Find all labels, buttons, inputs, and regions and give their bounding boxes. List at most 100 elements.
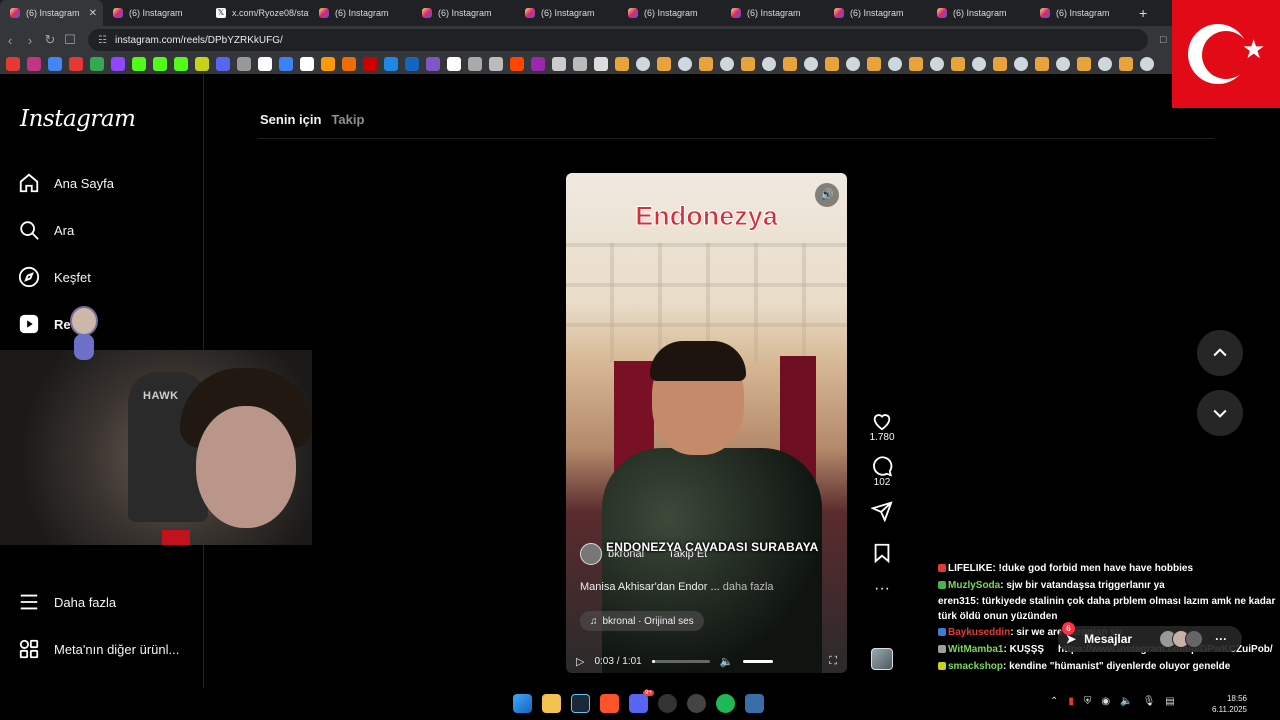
bookmark-favicon-icon[interactable] — [972, 57, 986, 71]
site-settings-icon[interactable]: ☷ — [98, 35, 107, 46]
browser-tab[interactable]: (6) Instagram — [1030, 0, 1133, 26]
bookmark-favicon-icon[interactable] — [48, 57, 62, 71]
bookmark-favicon-icon[interactable] — [279, 57, 293, 71]
new-tab-button[interactable]: + — [1139, 5, 1147, 21]
bookmark-favicon-icon[interactable] — [867, 57, 881, 71]
bookmark-favicon-icon[interactable] — [363, 57, 377, 71]
nav-meta[interactable]: Meta'nın diğer ürünl... — [18, 638, 179, 660]
back-icon[interactable]: ‹ — [0, 33, 20, 48]
bookmark-favicon-icon[interactable] — [300, 57, 314, 71]
bookmark-favicon-icon[interactable] — [342, 57, 356, 71]
nav-explore[interactable]: Keşfet — [18, 266, 91, 288]
more-dots-icon[interactable]: ··· — [1215, 632, 1227, 646]
tray-shield-icon[interactable]: ⛨ — [1084, 696, 1092, 707]
next-reel-button[interactable] — [1197, 390, 1243, 436]
browser-tab[interactable]: 𝕏x.com/Ryoze08/stat — [206, 0, 309, 26]
previous-reel-button[interactable] — [1197, 330, 1243, 376]
browser-tab[interactable]: (6) Instagram ✕ — [0, 0, 103, 26]
bookmark-favicon-icon[interactable] — [426, 57, 440, 71]
bookmark-favicon-icon[interactable] — [1140, 57, 1154, 71]
audio-pill[interactable]: ♫ bkronal · Orijinal ses — [580, 611, 704, 631]
bookmark-favicon-icon[interactable] — [321, 57, 335, 71]
tab-following[interactable]: Takip — [331, 112, 364, 127]
steam-icon[interactable] — [571, 694, 590, 713]
bookmark-favicon-icon[interactable] — [468, 57, 482, 71]
bookmark-favicon-icon[interactable] — [6, 57, 20, 71]
bookmark-favicon-icon[interactable] — [888, 57, 902, 71]
bookmark-favicon-icon[interactable] — [174, 57, 188, 71]
nav-home[interactable]: Ana Sayfa — [18, 172, 114, 194]
bookmark-favicon-icon[interactable] — [531, 57, 545, 71]
bookmark-favicon-icon[interactable] — [195, 57, 209, 71]
messages-button[interactable]: ➤ 6 Mesajlar ··· — [1058, 622, 1242, 652]
browser-tab[interactable]: (6) Instagram — [824, 0, 927, 26]
bookmark-icon[interactable]: ☐ — [60, 32, 80, 48]
bookmark-favicon-icon[interactable] — [1035, 57, 1049, 71]
bookmark-favicon-icon[interactable] — [804, 57, 818, 71]
bookmark-favicon-icon[interactable] — [111, 57, 125, 71]
bookmark-favicon-icon[interactable] — [90, 57, 104, 71]
bookmark-favicon-icon[interactable] — [594, 57, 608, 71]
browser-tab[interactable]: (6) Instagram — [721, 0, 824, 26]
github-icon[interactable] — [687, 694, 706, 713]
spotify-icon[interactable] — [716, 694, 735, 713]
reel-video[interactable]: Endonezya 🔊 bkronal Takip Et ENDONEZYA C… — [566, 173, 847, 673]
bookmark-favicon-icon[interactable] — [657, 57, 671, 71]
author-avatar[interactable] — [580, 543, 602, 565]
instagram-logo[interactable]: Instagram — [20, 106, 136, 132]
bookmark-favicon-icon[interactable] — [720, 57, 734, 71]
browser-tab[interactable]: (6) Instagram — [412, 0, 515, 26]
bookmark-favicon-icon[interactable] — [552, 57, 566, 71]
heart-icon[interactable] — [871, 410, 893, 432]
network-icon[interactable]: ▤ — [1165, 696, 1174, 707]
bookmark-favicon-icon[interactable] — [909, 57, 923, 71]
bookmark-favicon-icon[interactable] — [1056, 57, 1070, 71]
bookmark-favicon-icon[interactable] — [27, 57, 41, 71]
tab-for-you[interactable]: Senin için — [260, 112, 321, 127]
reload-icon[interactable]: ↻ — [40, 32, 60, 48]
bookmark-favicon-icon[interactable] — [153, 57, 167, 71]
nav-search[interactable]: Ara — [18, 219, 74, 241]
bookmark-favicon-icon[interactable] — [384, 57, 398, 71]
play-icon[interactable]: ▷ — [576, 655, 584, 668]
tray-app-icon[interactable]: ▮ — [1068, 696, 1074, 707]
bookmark-favicon-icon[interactable] — [993, 57, 1007, 71]
bookmark-save-icon[interactable] — [871, 542, 893, 564]
bookmark-favicon-icon[interactable] — [216, 57, 230, 71]
brave-icon[interactable] — [600, 694, 619, 713]
bookmark-favicon-icon[interactable] — [825, 57, 839, 71]
file-explorer-icon[interactable] — [542, 694, 561, 713]
bookmark-favicon-icon[interactable] — [573, 57, 587, 71]
bookmark-favicon-icon[interactable] — [678, 57, 692, 71]
bookmark-favicon-icon[interactable] — [741, 57, 755, 71]
volume-slider[interactable] — [743, 659, 774, 663]
nav-more[interactable]: Daha fazla — [18, 591, 116, 613]
more-link[interactable]: daha fazla — [723, 581, 774, 593]
taskbar-clock[interactable]: 18:56 6.11.2025 — [1212, 693, 1247, 715]
audio-thumbnail[interactable] — [871, 648, 893, 670]
discord-icon[interactable]: 9+ — [629, 690, 654, 713]
close-tab-icon[interactable]: ✕ — [89, 8, 97, 19]
bookmark-favicon-icon[interactable] — [699, 57, 713, 71]
browser-tab[interactable]: (6) Instagram — [618, 0, 721, 26]
bookmark-favicon-icon[interactable] — [510, 57, 524, 71]
bookmark-favicon-icon[interactable] — [237, 57, 251, 71]
bookmark-favicon-icon[interactable] — [930, 57, 944, 71]
volume-control-icon[interactable]: 🔈 — [720, 655, 734, 668]
bookmark-favicon-icon[interactable] — [489, 57, 503, 71]
forward-icon[interactable]: › — [20, 33, 40, 48]
speaker-icon[interactable]: 🔈 — [1120, 696, 1132, 707]
bookmark-favicon-icon[interactable] — [636, 57, 650, 71]
bookmark-favicon-icon[interactable] — [1119, 57, 1133, 71]
bookmark-favicon-icon[interactable] — [405, 57, 419, 71]
bookmark-favicon-icon[interactable] — [258, 57, 272, 71]
cast-icon[interactable]: □ — [1160, 34, 1167, 47]
bookmark-favicon-icon[interactable] — [846, 57, 860, 71]
bookmark-favicon-icon[interactable] — [69, 57, 83, 71]
seek-bar[interactable] — [651, 659, 710, 663]
bookmark-favicon-icon[interactable] — [447, 57, 461, 71]
app-settings-icon[interactable] — [745, 694, 764, 713]
bookmark-favicon-icon[interactable] — [783, 57, 797, 71]
volume-icon[interactable]: 🔊 — [815, 183, 839, 207]
more-options-icon[interactable]: ··· — [874, 581, 890, 597]
